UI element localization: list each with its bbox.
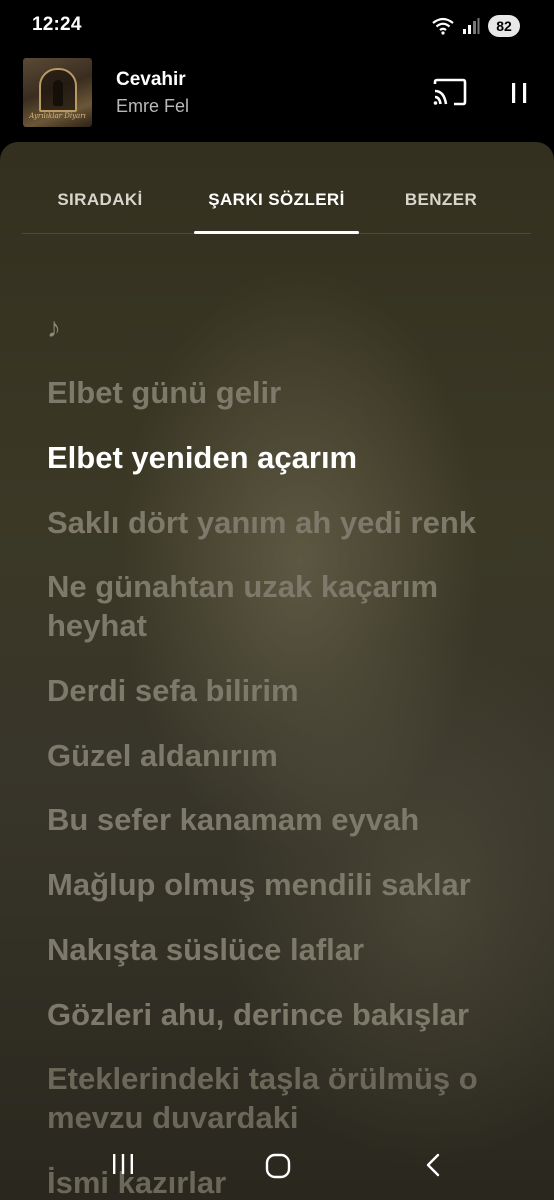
cast-icon[interactable] — [432, 78, 468, 108]
lyric-line: Saklı dört yanım ah yedi renk — [47, 504, 476, 540]
lyrics-sheet: SIRADAKİ ŞARKI SÖZLERİ BENZER ♪ Elbet gü… — [0, 142, 554, 1200]
track-title[interactable]: Cevahir — [116, 69, 186, 91]
status-bar: 12:24 82 — [0, 0, 554, 52]
status-time: 12:24 — [32, 14, 82, 35]
lyric-line: Bu sefer kanamam eyvah — [47, 802, 420, 838]
home-icon[interactable] — [264, 1152, 292, 1180]
tab-lyrics[interactable]: ŞARKI SÖZLERİ — [194, 190, 359, 210]
lyric-line: Mağlup olmuş mendili saklar — [47, 867, 471, 902]
lyric-line-active: Elbet yeniden açarım — [47, 439, 358, 475]
lyric-line: Eteklerindeki taşla örülmüş o mevzu duva… — [47, 1061, 478, 1135]
pause-icon[interactable] — [504, 78, 534, 108]
status-icons: 82 — [432, 14, 520, 38]
lyric-line: Elbet günü gelir — [47, 375, 282, 410]
tab-up-next[interactable]: SIRADAKİ — [40, 190, 160, 210]
recent-apps-icon[interactable] — [110, 1150, 136, 1178]
music-note-icon: ♪ — [47, 312, 61, 343]
lyric-line: Derdi sefa bilirim — [47, 672, 299, 708]
lyric-line: Nakışta süslüce laflar — [47, 931, 365, 967]
system-nav-bar — [0, 1130, 554, 1200]
album-art-figure — [53, 80, 63, 106]
album-art-caption: Ayrılıklar Diyarı — [29, 112, 86, 120]
wifi-icon — [432, 17, 454, 35]
lyrics-list[interactable]: ♪ Elbet günü gelir Elbet yeniden açarım … — [47, 312, 517, 1200]
back-icon[interactable] — [422, 1152, 444, 1178]
tab-related[interactable]: BENZER — [386, 190, 496, 210]
album-art[interactable]: Ayrılıklar Diyarı — [23, 58, 92, 127]
lyric-line: Güzel aldanırım — [47, 737, 278, 773]
lyric-line: Gözleri ahu, derince bakışlar — [47, 996, 470, 1032]
tab-selected-indicator — [194, 231, 359, 234]
battery-icon: 82 — [488, 15, 520, 37]
mini-player[interactable]: Ayrılıklar Diyarı Cevahir Emre Fel — [0, 52, 554, 142]
tab-bar: SIRADAKİ ŞARKI SÖZLERİ BENZER — [22, 142, 531, 234]
track-artist[interactable]: Emre Fel — [116, 96, 189, 117]
lyric-line: Ne günahtan uzak kaçarım heyhat — [47, 569, 439, 643]
signal-icon — [463, 18, 480, 34]
